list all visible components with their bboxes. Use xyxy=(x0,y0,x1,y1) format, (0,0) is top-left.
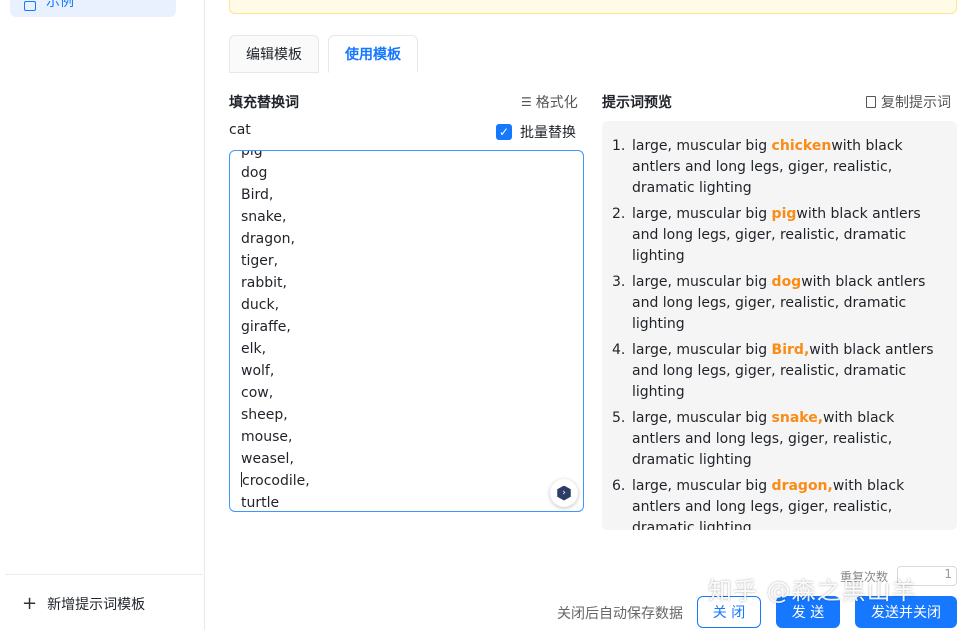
textarea-line-text: snake, xyxy=(241,209,287,225)
assistant-button[interactable]: › xyxy=(550,479,578,507)
textarea-line-text: crocodile, xyxy=(242,473,310,489)
tab-edit-template[interactable]: 编辑模板 xyxy=(229,35,319,73)
preview-prefix: large, muscular big xyxy=(632,342,772,358)
textarea-line: duck, xyxy=(241,294,310,316)
textarea-line-text: elk, xyxy=(241,341,267,357)
preview-section-title: 提示词预览 xyxy=(602,95,672,111)
template-tabs: 编辑模板 使用模板 xyxy=(229,35,427,73)
preview-item: 1. large, muscular big chickenwith black … xyxy=(612,136,942,199)
textarea-line: rabbit, xyxy=(241,272,310,294)
textarea-line: cow, xyxy=(241,382,310,404)
sidebar-item-label: 示例 xyxy=(46,0,74,10)
textarea-line: dragon, xyxy=(241,228,310,250)
sidebar-item-example[interactable]: 示例 xyxy=(10,0,176,17)
notice-banner xyxy=(229,0,957,14)
autosave-note: 关闭后自动保存数据 xyxy=(557,606,683,622)
textarea-line: sheep, xyxy=(241,404,310,426)
textarea-line: snake, xyxy=(241,206,310,228)
preview-item-number: 1. xyxy=(612,138,626,154)
preview-keyword: dog xyxy=(771,274,802,290)
plus-icon: + xyxy=(22,593,38,614)
tab-label: 编辑模板 xyxy=(246,47,302,63)
preview-item-text: large, muscular big Bird,with black antl… xyxy=(632,340,942,403)
preview-keyword: chicken xyxy=(771,138,832,154)
preview-item-number: 5. xyxy=(612,410,626,426)
preview-keyword: Bird, xyxy=(771,342,810,358)
tab-use-template[interactable]: 使用模板 xyxy=(328,35,418,73)
textarea-line: wolf, xyxy=(241,360,310,382)
prompt-preview-panel: 1. large, muscular big chickenwith black … xyxy=(602,121,957,530)
preview-item-text: large, muscular big chickenwith black an… xyxy=(632,136,942,199)
format-button[interactable]: ☰ 格式化 xyxy=(521,92,578,112)
template-icon xyxy=(24,1,36,11)
preview-prefix: large, muscular big xyxy=(632,138,772,154)
textarea-line-text: Bird, xyxy=(241,187,274,203)
copy-icon xyxy=(866,96,876,108)
textarea-line-text: sheep, xyxy=(241,407,288,423)
preview-item-text: large, muscular big pigwith black antler… xyxy=(632,204,942,267)
textarea-line-text: tiger, xyxy=(241,253,279,269)
textarea-line-text: giraffe, xyxy=(241,319,291,335)
preview-keyword: snake, xyxy=(771,410,824,426)
textarea-line: mouse, xyxy=(241,426,310,448)
textarea-line: Bird, xyxy=(241,184,310,206)
textarea-line-text: turtle xyxy=(241,495,280,511)
preview-list: 1. large, muscular big chickenwith black … xyxy=(612,136,942,530)
batch-replace-label: 批量替换 xyxy=(520,125,576,141)
preview-item-text: large, muscular big dragon,with black an… xyxy=(632,476,942,530)
textarea-line-text: wolf, xyxy=(241,363,275,379)
batch-replace-checkbox[interactable]: ✓ 批量替换 xyxy=(496,122,576,142)
preview-keyword: pig xyxy=(771,206,797,222)
preview-keyword: dragon, xyxy=(771,478,833,494)
preview-item-number: 6. xyxy=(612,478,626,494)
assistant-icon: › xyxy=(557,485,571,501)
textarea-line: elk, xyxy=(241,338,310,360)
preview-item: 6. large, muscular big dragon,with black … xyxy=(612,476,942,530)
textarea-line: crocodile, xyxy=(241,470,310,492)
preview-item-text: large, muscular big snake,with black ant… xyxy=(632,408,942,471)
textarea-line-text: dragon, xyxy=(241,231,295,247)
preview-prefix: large, muscular big xyxy=(632,274,772,290)
textarea-line: dog xyxy=(241,162,310,184)
sidebar-divider xyxy=(5,574,203,575)
textarea-line-text: rabbit, xyxy=(241,275,287,291)
preview-item-number: 2. xyxy=(612,206,626,222)
textarea-line: giraffe, xyxy=(241,316,310,338)
tab-label: 使用模板 xyxy=(345,47,401,63)
replacement-words-textarea[interactable]: pig dog Bird, snake, dragon, tiger, rabbit, duc… xyxy=(229,150,584,512)
textarea-line: turtle xyxy=(241,492,310,511)
textarea-line-text: duck, xyxy=(241,297,280,313)
list-icon: ☰ xyxy=(521,95,532,109)
add-template-button[interactable]: + 新增提示词模板 xyxy=(22,594,145,614)
textarea-content: pig dog Bird, snake, dragon, tiger, rabbit, duc… xyxy=(241,150,310,511)
textarea-line: weasel, xyxy=(241,448,310,470)
textarea-line-text: cow, xyxy=(241,385,274,401)
watermark: 知乎 @森之黑山羊 xyxy=(708,577,917,605)
preview-prefix: large, muscular big xyxy=(632,478,772,494)
preview-item-number: 4. xyxy=(612,342,626,358)
add-template-label: 新增提示词模板 xyxy=(47,597,146,613)
sidebar: 示例 + 新增提示词模板 xyxy=(0,0,205,630)
textarea-line: tiger, xyxy=(241,250,310,272)
textarea-line: pig xyxy=(241,150,310,162)
preview-item-text: large, muscular big dogwith black antler… xyxy=(632,272,942,335)
preview-item-number: 3. xyxy=(612,274,626,290)
check-icon: ✓ xyxy=(496,124,512,140)
variable-label: cat xyxy=(229,122,251,138)
textarea-line-text: mouse, xyxy=(241,429,293,445)
preview-item: 2. large, muscular big pigwith black antl… xyxy=(612,204,942,267)
format-label: 格式化 xyxy=(535,95,578,111)
fill-section-title: 填充替换词 xyxy=(229,95,299,111)
copy-prompt-button[interactable]: 复制提示词 xyxy=(866,92,951,112)
textarea-line-text: weasel, xyxy=(241,451,294,467)
preview-prefix: large, muscular big xyxy=(632,410,772,426)
preview-item: 3. large, muscular big dogwith black antl… xyxy=(612,272,942,335)
preview-item: 4. large, muscular big Bird,with black an… xyxy=(612,340,942,403)
copy-prompt-label: 复制提示词 xyxy=(881,95,951,111)
preview-item: 5. large, muscular big snake,with black a… xyxy=(612,408,942,471)
preview-prefix: large, muscular big xyxy=(632,206,772,222)
textarea-line-text: dog xyxy=(241,165,268,181)
textarea-line-text: pig xyxy=(241,150,263,159)
